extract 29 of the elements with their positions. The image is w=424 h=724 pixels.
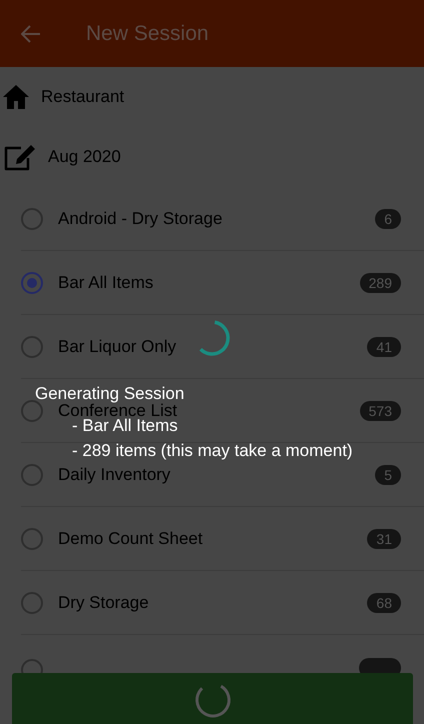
progress-detail: - 289 items (this may take a moment) bbox=[71, 440, 353, 462]
radio-button[interactable] bbox=[21, 592, 43, 614]
count-sheet-name[interactable]: Bar All Items bbox=[58, 274, 154, 292]
count-badge: 68 bbox=[367, 592, 401, 612]
count-badge: 5 bbox=[375, 464, 401, 484]
period-label: Aug 2020 bbox=[48, 147, 121, 167]
create-session-button[interactable] bbox=[12, 673, 413, 724]
count-sheet-name[interactable]: Demo Count Sheet bbox=[58, 530, 203, 548]
count-sheet-name[interactable]: Dry Storage bbox=[58, 594, 149, 612]
radio-button[interactable] bbox=[21, 336, 43, 358]
count-badge: 289 bbox=[360, 272, 401, 292]
edit-icon bbox=[3, 144, 36, 170]
count-sheet-name[interactable]: Android - Dry Storage bbox=[58, 210, 222, 228]
radio-button[interactable] bbox=[21, 464, 43, 486]
radio-button[interactable] bbox=[21, 208, 43, 230]
location-name: Restaurant bbox=[41, 87, 124, 107]
radio-button[interactable] bbox=[21, 528, 43, 550]
progress-title: Generating Session bbox=[35, 385, 184, 402]
count-badge bbox=[359, 658, 401, 673]
count-badge: 573 bbox=[360, 400, 401, 420]
screen-title: New Session bbox=[86, 22, 209, 46]
count-sheet-name[interactable]: Bar Liquor Only bbox=[58, 338, 176, 356]
count-badge: 41 bbox=[367, 336, 401, 356]
back-arrow-icon[interactable] bbox=[21, 24, 41, 42]
radio-button[interactable] bbox=[21, 272, 43, 294]
count-badge: 31 bbox=[367, 528, 401, 548]
count-sheet-name[interactable]: Daily Inventory bbox=[58, 466, 170, 484]
home-icon bbox=[3, 85, 29, 109]
count-badge: 6 bbox=[375, 208, 401, 228]
